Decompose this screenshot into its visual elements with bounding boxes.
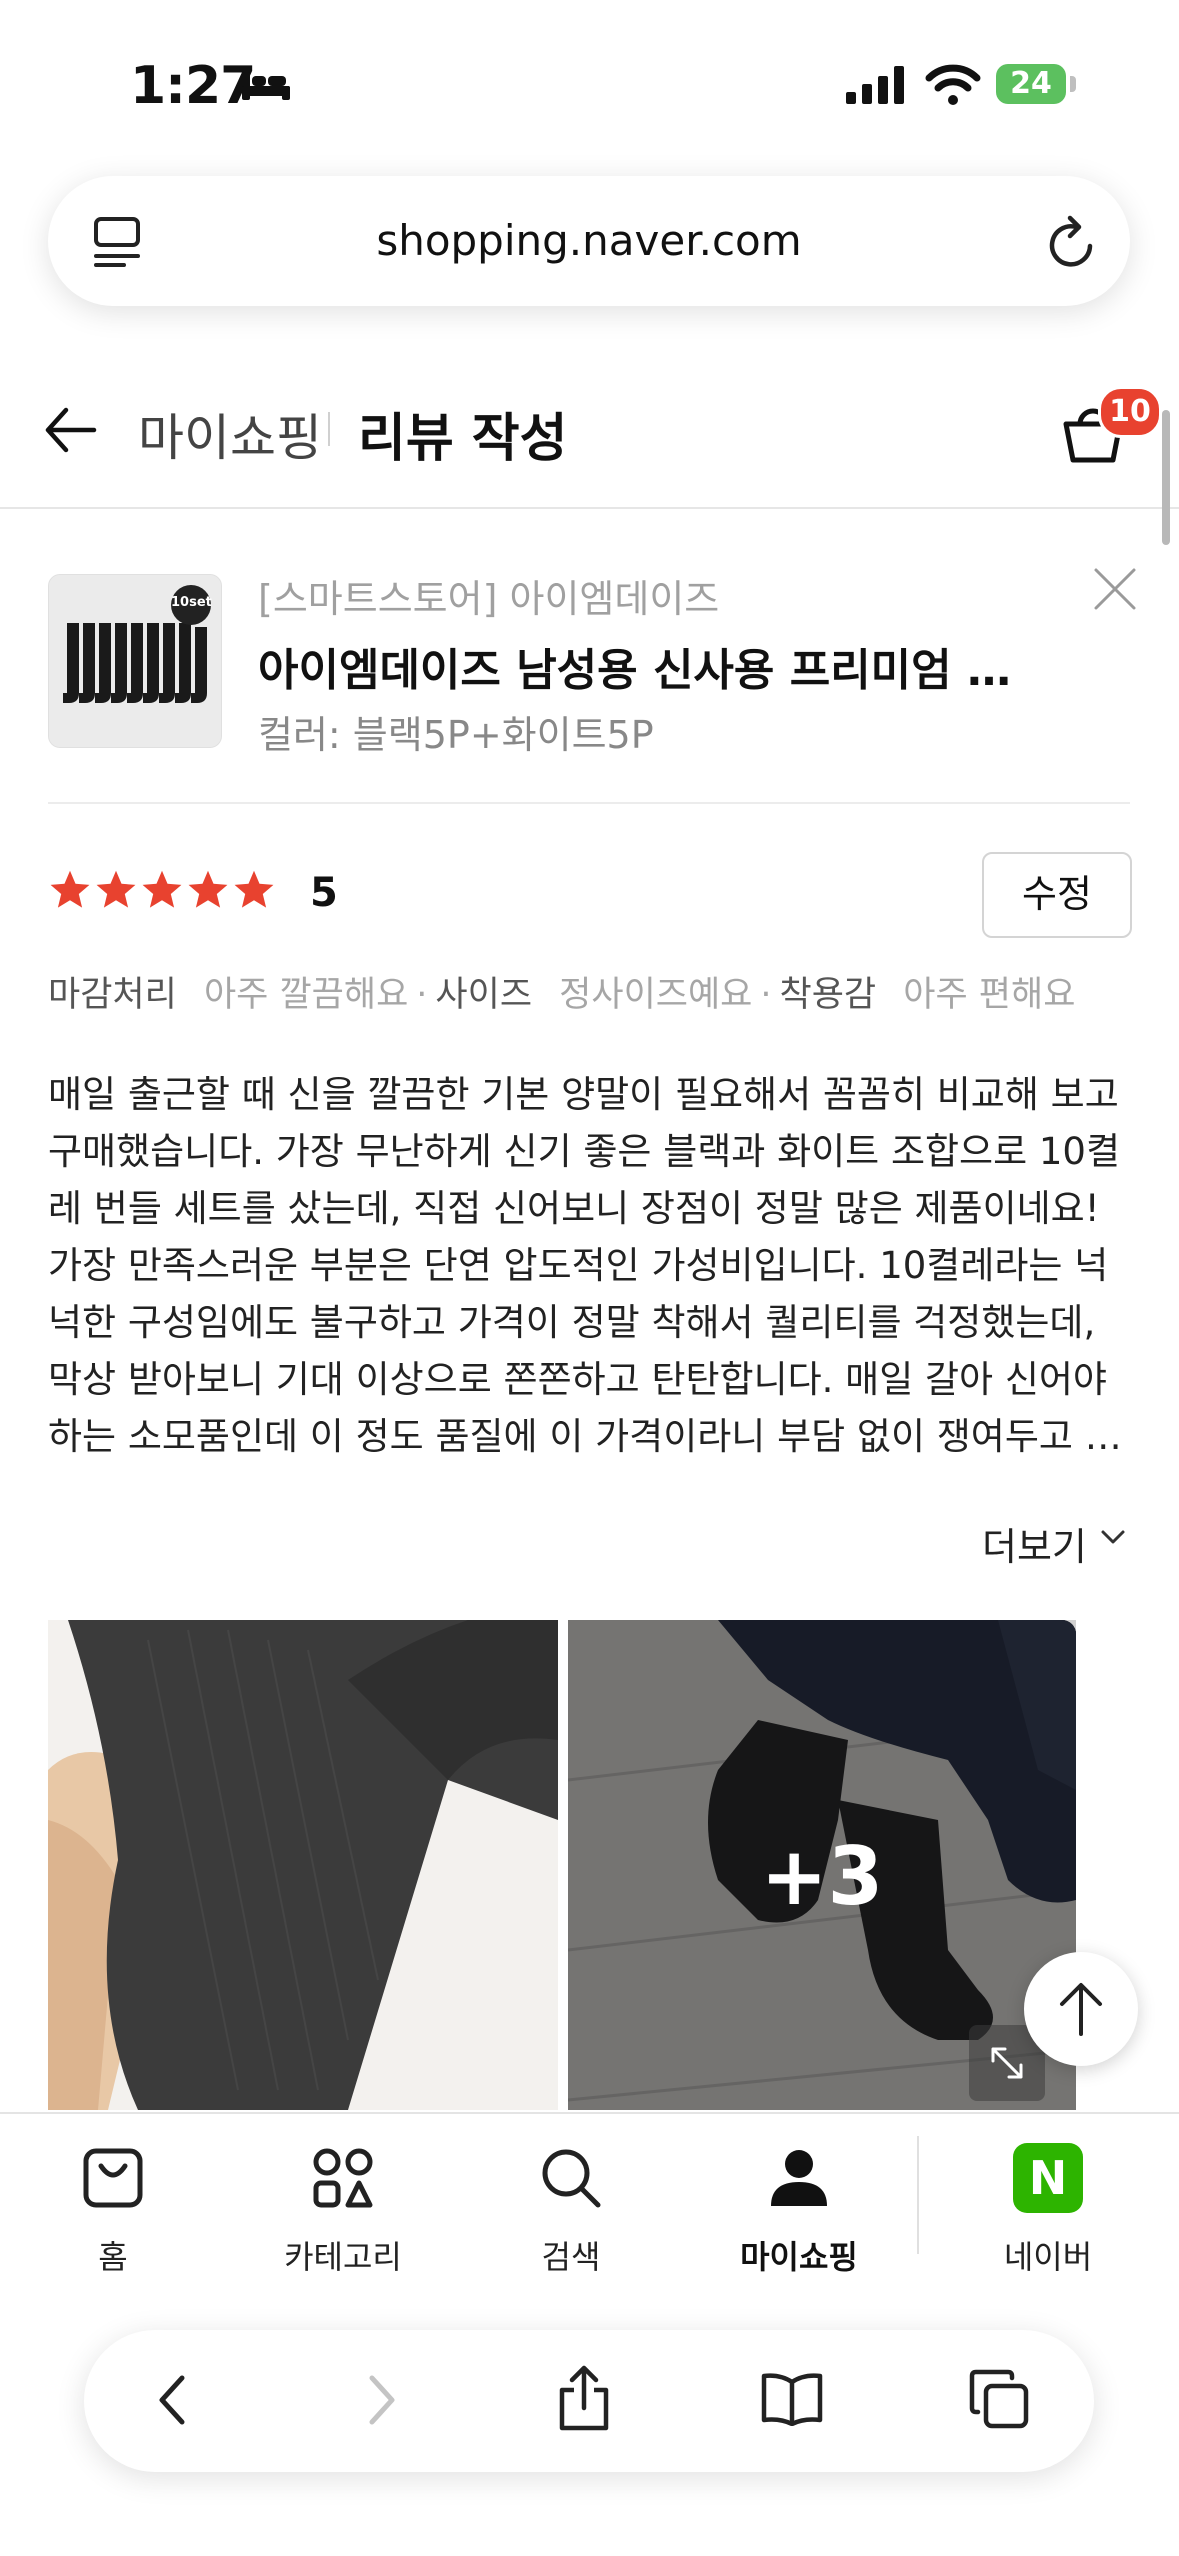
rating-value: 5 bbox=[310, 870, 338, 916]
attr-size-key: 사이즈 bbox=[435, 975, 533, 1015]
page-menu-icon[interactable] bbox=[92, 216, 148, 268]
wifi-icon bbox=[925, 62, 981, 106]
reload-icon[interactable] bbox=[1046, 214, 1098, 270]
tab-label: 검색 bbox=[541, 2238, 601, 2276]
star-icon bbox=[142, 870, 182, 908]
address-bar[interactable]: shopping.naver.com bbox=[48, 176, 1130, 306]
rating-stars bbox=[48, 868, 276, 912]
bookmarks-icon[interactable] bbox=[760, 2370, 824, 2426]
product-name[interactable]: 아이엠데이즈 남성용 신사용 프리미엄 장… bbox=[258, 634, 1038, 698]
url-text[interactable]: shopping.naver.com bbox=[48, 176, 1130, 306]
product-store-name: [스마트스토어] 아이엠데이즈 bbox=[258, 577, 720, 621]
product-thumbnail: 10set bbox=[48, 574, 222, 748]
star-icon bbox=[50, 870, 90, 908]
tab-label: 홈 bbox=[98, 2238, 128, 2276]
tab-home[interactable]: 홈 bbox=[18, 2138, 208, 2278]
scroll-to-top-button[interactable] bbox=[1024, 1952, 1138, 2066]
tabs-icon[interactable] bbox=[968, 2368, 1030, 2430]
battery-cap bbox=[1070, 76, 1076, 92]
review-line: 하는 소모품인데 이 정도 품질에 이 가격이라니 부담 없이 쟁여두고 … bbox=[48, 1415, 1122, 1458]
product-divider bbox=[48, 802, 1130, 804]
star-icon bbox=[234, 870, 274, 908]
person-icon bbox=[704, 2138, 894, 2218]
attr-separator: · bbox=[760, 975, 772, 1015]
page-title: 리뷰 작성 bbox=[358, 409, 568, 469]
scroll-indicator bbox=[1162, 410, 1170, 545]
close-icon[interactable] bbox=[1092, 566, 1138, 612]
tab-label: 카테고리 bbox=[284, 2238, 402, 2276]
tab-separator bbox=[917, 2136, 919, 2254]
edit-review-button[interactable]: 수정 bbox=[982, 852, 1132, 938]
header-divider bbox=[0, 507, 1179, 509]
browser-forward-icon[interactable] bbox=[364, 2370, 400, 2430]
naver-logo-icon: N bbox=[953, 2138, 1143, 2218]
review-line: 레 번들 세트를 샀는데, 직접 신어보니 장점이 정말 많은 제품이네요! bbox=[48, 1187, 1100, 1230]
bottom-tab-bar: 홈 카테고리 검색 마이쇼핑 N 네이버 bbox=[0, 2112, 1179, 2314]
more-photos-count[interactable]: +3 bbox=[568, 1830, 1076, 1923]
cellular-signal-icon bbox=[846, 66, 906, 104]
tab-search[interactable]: 검색 bbox=[476, 2138, 666, 2278]
status-time: 1:27 bbox=[130, 56, 256, 116]
breadcrumb-separator bbox=[328, 412, 330, 446]
attr-finish-value: 아주 깔끔해요 bbox=[203, 975, 409, 1015]
cart-count-badge: 10 bbox=[1098, 386, 1162, 438]
attr-size-value: 정사이즈예요 bbox=[559, 975, 753, 1015]
attr-fit-key: 착용감 bbox=[779, 975, 877, 1015]
star-icon bbox=[188, 870, 228, 908]
breadcrumb-myshopping[interactable]: 마이쇼핑 bbox=[138, 398, 322, 470]
back-arrow-icon[interactable] bbox=[42, 402, 98, 458]
product-thumbnail-badge: 10set bbox=[171, 595, 212, 610]
category-grid-icon bbox=[248, 2138, 438, 2218]
review-line: 막상 받아보니 기대 이상으로 쫀쫀하고 탄탄합니다. 매일 갈아 신어야 bbox=[48, 1358, 1107, 1401]
review-text: 매일 출근할 때 신을 깔끔한 기본 양말이 필요해서 꼼꼼히 비교해 보고 구… bbox=[48, 1066, 1138, 1466]
tab-myshopping[interactable]: 마이쇼핑 bbox=[704, 2138, 894, 2278]
attr-separator: · bbox=[416, 975, 428, 1015]
browser-toolbar bbox=[84, 2330, 1094, 2472]
attr-fit-value: 아주 편해요 bbox=[903, 975, 1076, 1015]
battery-indicator: 24 bbox=[996, 64, 1066, 104]
search-icon bbox=[476, 2138, 666, 2218]
tab-label: 마이쇼핑 bbox=[740, 2238, 858, 2276]
browser-back-icon[interactable] bbox=[154, 2370, 190, 2430]
review-line: 넉한 구성임에도 불구하고 가격이 정말 착해서 퀄리티를 걱정했는데, bbox=[48, 1301, 1096, 1344]
shopping-bag-icon bbox=[18, 2138, 208, 2218]
arrow-up-icon bbox=[1060, 1983, 1102, 2036]
tab-label: 네이버 bbox=[1003, 2238, 1093, 2276]
review-line: 구매했습니다. 가장 무난하게 신기 좋은 블랙과 화이트 조합으로 10켤 bbox=[48, 1130, 1121, 1173]
review-line: 매일 출근할 때 신을 깔끔한 기본 양말이 필요해서 꼼꼼히 비교해 보고 bbox=[48, 1073, 1119, 1116]
review-photo[interactable] bbox=[48, 1620, 558, 2110]
sleep-mode-icon bbox=[240, 68, 292, 102]
product-option: 컬러: 블랙5P+화이트5P bbox=[258, 713, 654, 757]
tab-category[interactable]: 카테고리 bbox=[248, 2138, 438, 2278]
tab-naver[interactable]: N 네이버 bbox=[953, 2138, 1143, 2278]
naver-logo-letter: N bbox=[1013, 2143, 1083, 2213]
share-icon[interactable] bbox=[556, 2364, 612, 2432]
chevron-down-icon[interactable] bbox=[1100, 1528, 1126, 1546]
star-icon bbox=[96, 870, 136, 908]
review-line: 가장 만족스러운 부분은 단연 압도적인 가성비입니다. 10켤레라는 넉 bbox=[48, 1244, 1109, 1287]
read-more-link[interactable]: 더보기 bbox=[982, 1516, 1087, 1571]
review-attributes: 마감처리 아주 깔끔해요 · 사이즈 정사이즈예요 · 착용감 아주 편해요 bbox=[48, 966, 1075, 1017]
attr-finish-key: 마감처리 bbox=[48, 975, 177, 1015]
